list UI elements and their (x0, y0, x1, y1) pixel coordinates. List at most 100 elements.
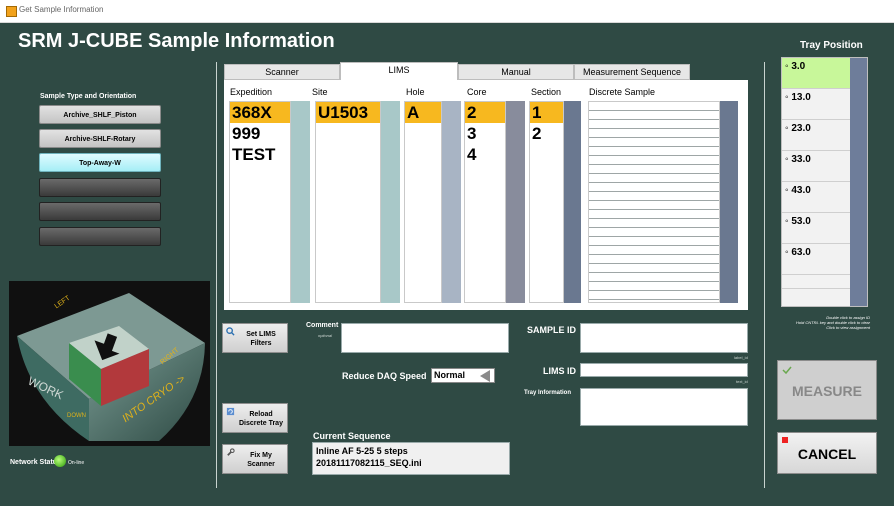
tray-position-value: 23.0 (791, 123, 811, 134)
site-scrollbar[interactable] (381, 101, 400, 303)
tray-position-header: Tray Position (800, 40, 863, 51)
reload-discrete-tray-button[interactable]: Reload Discrete Tray (222, 403, 288, 433)
tray-position-item[interactable] (782, 289, 850, 305)
tab-lims[interactable]: LIMS (340, 62, 458, 81)
window-titlebar: Get Sample Information (0, 0, 894, 23)
tray-position-value: 53.0 (791, 216, 811, 227)
list-item[interactable]: 3 (465, 123, 505, 144)
network-status-led (54, 455, 66, 467)
tray-position-item[interactable]: ◦ 23.0 (782, 120, 850, 151)
tray-information-field[interactable] (580, 388, 748, 426)
measure-button[interactable]: MEASURE (777, 360, 877, 420)
tray-position-item[interactable]: ◦ 63.0 (782, 244, 850, 275)
core-list[interactable]: 2 3 4 (464, 101, 506, 303)
tab-manual[interactable]: Manual (458, 64, 574, 80)
tab-measurement-sequence[interactable]: Measurement Sequence (574, 64, 690, 80)
tray-position-value: 43.0 (791, 185, 811, 196)
fix-my-scanner-label: Fix My Scanner (247, 452, 275, 468)
tray-position-item[interactable]: ◦ 33.0 (782, 151, 850, 182)
reduce-daq-speed-value: Normal (434, 370, 466, 380)
page-title: SRM J-CUBE Sample Information (18, 30, 335, 52)
daq-speed-arrow-icon[interactable] (478, 369, 492, 383)
hole-scrollbar[interactable] (442, 101, 461, 303)
reduce-daq-speed-label: Reduce DAQ Speed (342, 371, 427, 381)
stop-icon (782, 437, 788, 443)
current-sequence-field: Inline AF 5-25 5 steps 20181117082115_SE… (312, 442, 510, 475)
list-item[interactable]: 368X (230, 102, 290, 123)
tray-position-value: 33.0 (791, 154, 811, 165)
lims-id-tag: text_id (736, 379, 748, 384)
tray-note-line-3: Click to view assignment (826, 325, 870, 330)
expedition-list[interactable]: 368X 999 TEST (229, 101, 291, 303)
tray-position-value: 3.0 (791, 61, 806, 72)
section-list[interactable]: 1 2 (529, 101, 564, 303)
sample-type-button-empty-1 (39, 178, 161, 197)
column-header-discrete-sample: Discrete Sample (589, 87, 656, 97)
current-sequence-line-2: 20181117082115_SEQ.ini (316, 458, 422, 468)
fix-my-scanner-button[interactable]: Fix My Scanner (222, 444, 288, 474)
reduce-daq-speed-select[interactable]: Normal (431, 368, 495, 383)
set-lims-filters-label: Set LIMS Filters (246, 331, 276, 347)
tray-position-value: 13.0 (791, 92, 811, 103)
cancel-button[interactable]: CANCEL (777, 432, 877, 474)
list-item[interactable]: 2 (465, 102, 505, 123)
sample-type-button-archive-rotary[interactable]: Archive-SHLF-Rotary (39, 129, 161, 148)
reload-icon (226, 407, 235, 416)
column-header-site: Site (312, 87, 328, 97)
sample-id-tag: label_id (734, 355, 748, 360)
filter-icon (226, 327, 235, 336)
lims-id-label: LIMS ID (543, 366, 576, 376)
tray-position-value: 63.0 (791, 247, 811, 258)
column-header-expedition: Expedition (230, 87, 273, 97)
discrete-sample-scrollbar[interactable] (720, 101, 738, 303)
lims-id-field[interactable] (580, 363, 748, 377)
tab-scanner[interactable]: Scanner (224, 64, 340, 80)
column-header-core: Core (467, 87, 487, 97)
left-divider (216, 62, 217, 488)
list-item[interactable]: A (405, 102, 441, 123)
list-item[interactable]: TEST (230, 144, 290, 165)
list-item[interactable]: 4 (465, 144, 505, 165)
tray-position-item[interactable]: ◦ 53.0 (782, 213, 850, 244)
cancel-button-label: CANCEL (797, 446, 857, 462)
list-item[interactable]: 1 (530, 102, 563, 123)
set-lims-filters-button[interactable]: Set LIMS Filters (222, 323, 288, 353)
sample-type-button-empty-2 (39, 202, 161, 221)
list-item[interactable]: U1503 (316, 102, 380, 123)
sample-type-button-archive-piston[interactable]: Archive_SHLF_Piston (39, 105, 161, 124)
current-sequence-label: Current Sequence (313, 431, 391, 441)
sample-type-label: Sample Type and Orientation (40, 93, 137, 100)
network-status-state: On-line (68, 460, 85, 466)
column-header-hole: Hole (406, 87, 425, 97)
cryo-label-down: DOWN (67, 413, 86, 419)
window-title: Get Sample Information (19, 5, 104, 14)
list-item[interactable]: 999 (230, 123, 290, 144)
tray-position-item[interactable] (782, 275, 850, 289)
comment-textarea[interactable] (341, 323, 509, 353)
cryo-orientation-image: LEFT RIGHT WORK DOWN INTO CRYO -> (9, 281, 210, 446)
sample-id-field[interactable] (580, 323, 748, 353)
tray-position-item[interactable]: ◦ 3.0 (782, 58, 850, 89)
tray-position-scrollbar[interactable] (850, 58, 867, 306)
tray-position-item[interactable]: ◦ 43.0 (782, 182, 850, 213)
current-sequence-line-1: Inline AF 5-25 5 steps (316, 446, 408, 456)
expedition-scrollbar[interactable] (291, 101, 310, 303)
sample-type-button-top-away-w[interactable]: Top-Away-W (39, 153, 161, 172)
measure-button-label: MEASURE (791, 383, 862, 399)
discrete-sample-list[interactable] (588, 101, 720, 303)
column-header-section: Section (531, 87, 562, 97)
core-scrollbar[interactable] (506, 101, 525, 303)
hole-list[interactable]: A (404, 101, 442, 303)
tray-position-item[interactable]: ◦ 13.0 (782, 89, 850, 120)
app-icon (6, 6, 17, 17)
section-scrollbar[interactable] (564, 101, 581, 303)
right-divider (764, 62, 765, 488)
tray-information-label: Tray Information (524, 390, 572, 396)
tray-position-note: Double click to assign ID Hold CNTRL key… (758, 315, 870, 330)
site-list[interactable]: U1503 (315, 101, 381, 303)
reload-discrete-tray-label: Reload Discrete Tray (239, 411, 283, 427)
wrench-icon (227, 448, 235, 456)
list-item[interactable]: 2 (530, 123, 563, 144)
comment-optional-label: optional (318, 333, 333, 338)
checkmark-icon (782, 366, 792, 375)
